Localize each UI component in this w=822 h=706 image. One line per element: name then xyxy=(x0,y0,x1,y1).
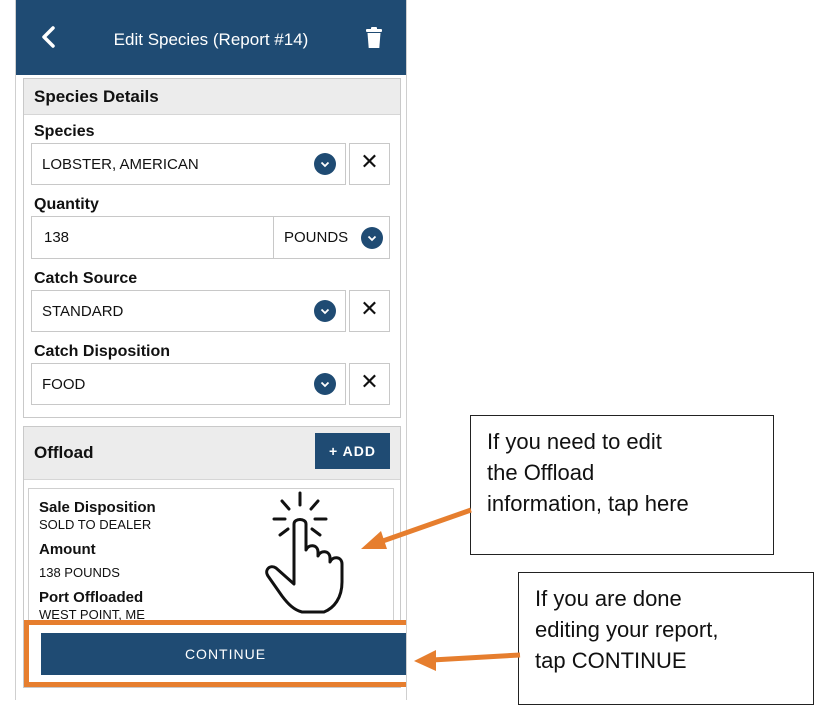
chevron-down-icon[interactable] xyxy=(314,373,336,395)
offload-header: Offload + ADD xyxy=(24,427,400,480)
catch-source-clear-button[interactable]: ✕ xyxy=(349,290,390,332)
tap-hand-icon xyxy=(265,491,344,614)
catch-disposition-select[interactable]: FOOD xyxy=(31,363,346,405)
section-title: Species Details xyxy=(34,87,159,106)
catch-disposition-clear-button[interactable]: ✕ xyxy=(349,363,390,405)
sale-disposition-value: SOLD TO DEALER xyxy=(39,517,152,532)
chevron-down-icon[interactable] xyxy=(361,227,383,249)
chevron-down-icon[interactable] xyxy=(314,153,336,175)
arrow-to-continue-icon xyxy=(414,650,521,671)
close-icon: ✕ xyxy=(360,369,379,394)
species-select[interactable]: LOBSTER, AMERICAN xyxy=(31,143,346,185)
sale-disposition-label: Sale Disposition xyxy=(39,499,156,516)
catch-disposition-label: Catch Disposition xyxy=(34,343,171,360)
section-title: Offload xyxy=(34,443,94,462)
quantity-unit-select[interactable]: POUNDS xyxy=(273,216,390,259)
phone-screen: Edit Species (Report #14) Species Detail… xyxy=(15,0,407,700)
top-app-bar: Edit Species (Report #14) xyxy=(16,0,406,75)
add-offload-button[interactable]: + ADD xyxy=(315,433,390,469)
species-label: Species xyxy=(34,123,95,140)
close-icon: ✕ xyxy=(360,296,379,321)
species-details-header: Species Details xyxy=(24,79,400,115)
amount-label: Amount xyxy=(39,541,96,558)
quantity-input[interactable]: 138 xyxy=(31,216,274,259)
chevron-left-icon[interactable] xyxy=(40,26,56,48)
catch-source-value: STANDARD xyxy=(42,303,124,320)
catch-disposition-value: FOOD xyxy=(42,376,86,393)
callout-line: information, tap here xyxy=(487,491,689,516)
quantity-value: 138 xyxy=(44,229,70,246)
offload-callout: If you need to edit the Offload informat… xyxy=(470,415,774,555)
amount-value: 138 POUNDS xyxy=(39,565,120,580)
chevron-down-icon[interactable] xyxy=(314,300,336,322)
callout-line: If you need to edit xyxy=(487,429,662,454)
continue-callout: If you are done editing your report, tap… xyxy=(518,572,814,705)
port-offloaded-label: Port Offloaded xyxy=(39,589,144,606)
continue-button[interactable]: CONTINUE xyxy=(41,633,406,675)
callout-line: editing your report, xyxy=(535,617,719,642)
species-details-card: Species Details Species LOBSTER, AMERICA… xyxy=(23,78,401,418)
catch-source-label: Catch Source xyxy=(34,270,138,287)
page-title: Edit Species (Report #14) xyxy=(113,30,309,49)
catch-source-select[interactable]: STANDARD xyxy=(31,290,346,332)
arrow-to-offload-icon xyxy=(361,507,472,549)
close-icon: ✕ xyxy=(360,149,379,174)
quantity-label: Quantity xyxy=(34,196,99,213)
species-value: LOBSTER, AMERICAN xyxy=(42,156,199,173)
callout-line: If you are done xyxy=(535,586,682,611)
callout-line: tap CONTINUE xyxy=(535,648,687,673)
species-clear-button[interactable]: ✕ xyxy=(349,143,390,185)
callout-line: the Offload xyxy=(487,460,595,485)
quantity-unit-value: POUNDS xyxy=(284,229,349,246)
continue-highlight: CONTINUE xyxy=(24,620,406,687)
trash-icon[interactable] xyxy=(365,27,383,49)
